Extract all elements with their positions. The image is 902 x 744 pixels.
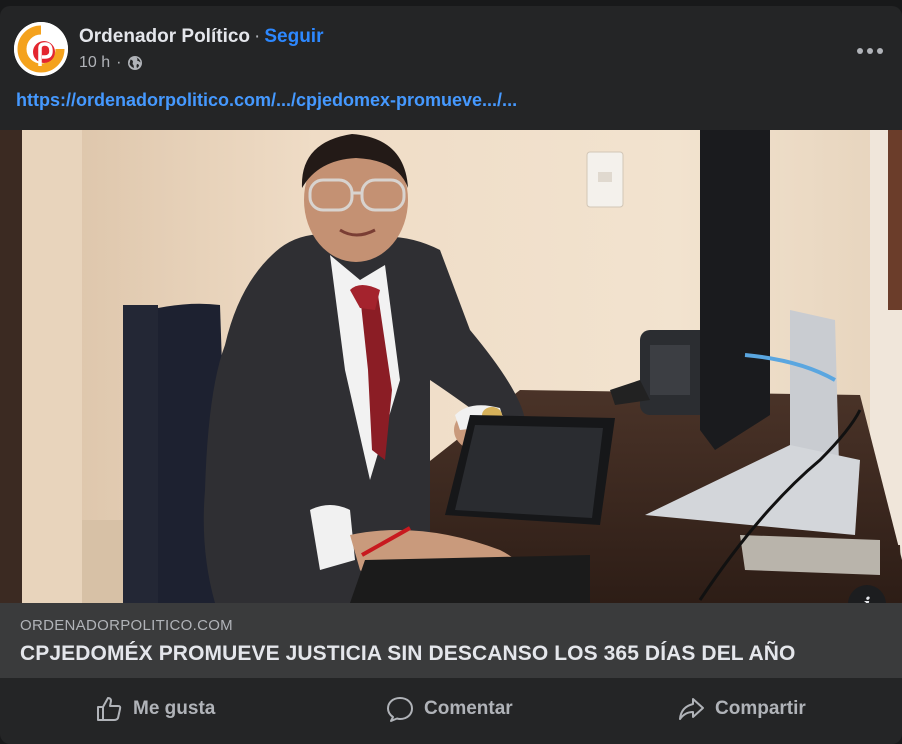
globe-icon[interactable] [127, 55, 143, 71]
more-options-icon[interactable] [852, 40, 888, 62]
post-header: Ordenador Político · Seguir 10 h · [14, 22, 888, 78]
post-time[interactable]: 10 h [79, 54, 110, 72]
facebook-post: Ordenador Político · Seguir 10 h · https:/… [0, 6, 902, 744]
like-button[interactable]: Me gusta [95, 694, 215, 724]
ordenador-politico-logo-icon [14, 22, 68, 76]
page-avatar[interactable] [14, 22, 68, 76]
comment-bubble-icon [387, 697, 413, 722]
link-domain: ORDENADORPOLITICO.COM [20, 617, 233, 634]
office-photo [0, 130, 902, 603]
thumbs-up-icon [97, 697, 122, 721]
link-preview[interactable]: ORDENADORPOLITICO.COM CPJEDOMÉX PROMUEVE… [0, 603, 902, 678]
post-photo[interactable]: i [0, 130, 902, 603]
like-label: Me gusta [133, 698, 216, 719]
share-button[interactable]: Compartir [677, 694, 806, 724]
follow-button[interactable]: Seguir [264, 26, 323, 47]
post-actions: Me gusta Comentar Compartir [0, 678, 902, 744]
post-meta: 10 h · [79, 54, 143, 72]
comment-button[interactable]: Comentar [386, 694, 513, 724]
name-separator: · [254, 26, 261, 47]
page-name[interactable]: Ordenador Político [79, 26, 250, 47]
share-label: Compartir [715, 698, 806, 719]
name-row: Ordenador Político · Seguir [79, 26, 323, 48]
link-headline[interactable]: CPJEDOMÉX PROMUEVE JUSTICIA SIN DESCANSO… [20, 642, 795, 666]
post-link[interactable]: https://ordenadorpolitico.com/.../cpjedo… [16, 90, 517, 111]
meta-separator: · [116, 54, 122, 71]
share-arrow-icon [679, 698, 704, 720]
comment-label: Comentar [424, 698, 513, 719]
